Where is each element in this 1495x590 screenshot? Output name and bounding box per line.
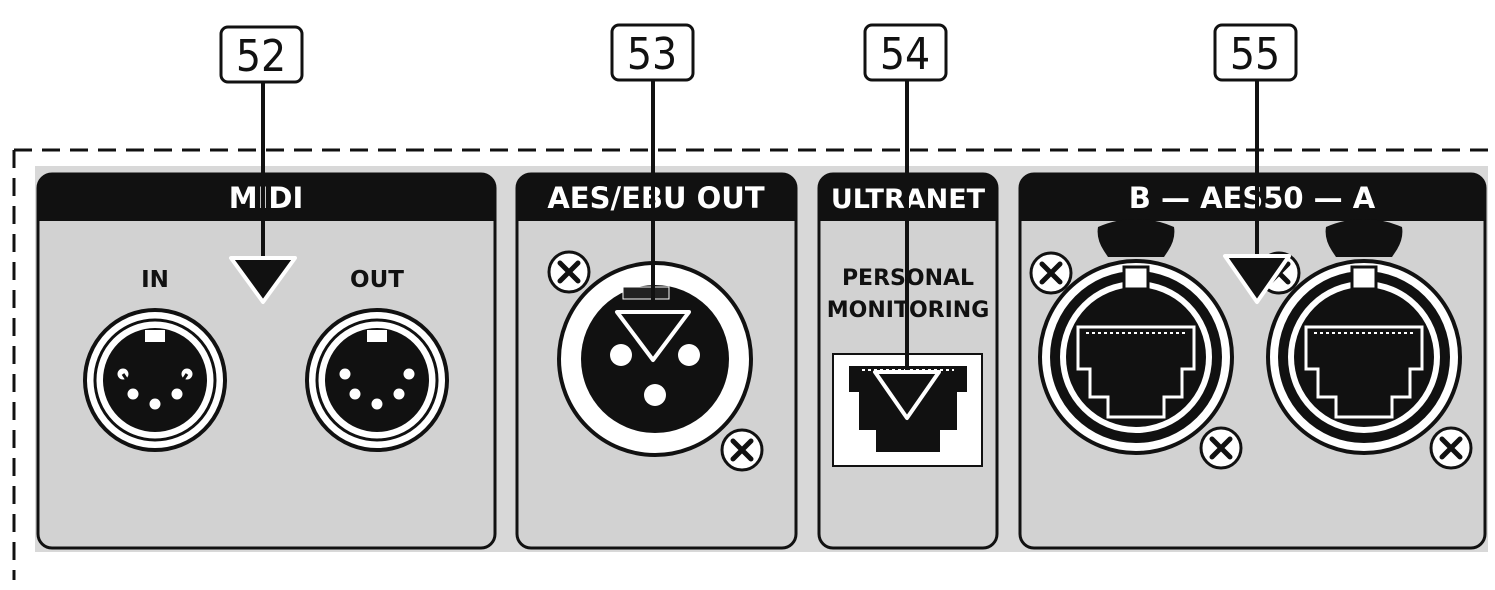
aes-ebu-title: AES/EBU OUT [547,181,764,215]
aes-ebu-panel: AES/EBU OUT [515,172,798,550]
aes50-panel: B — AES50 — A [1018,172,1487,550]
screw-icon [547,250,591,294]
screw-icon [1029,251,1073,295]
midi-in-connector [83,308,227,452]
screw-icon [1199,426,1243,470]
midi-out-label: OUT [350,267,404,293]
callout-52: 52 [219,25,304,304]
midi-out-connector [305,308,449,452]
callout-52-number: 52 [236,31,286,82]
midi-panel: MIDI IN OUT [36,172,497,550]
midi-title: MIDI [229,181,304,215]
aes50-title: B — AES50 — A [1129,181,1376,215]
callout-54-number: 54 [880,29,930,80]
screw-icon [1429,426,1473,470]
midi-in-label: IN [141,267,169,293]
screw-icon [720,428,764,472]
callout-55-number: 55 [1230,29,1280,80]
callout-53-number: 53 [627,29,677,80]
callout-55: 55 [1213,23,1298,304]
rear-panel-connector-diagram: MIDI IN OUT AES/EBU OUT B — AES50 — A 52… [12,23,1490,580]
